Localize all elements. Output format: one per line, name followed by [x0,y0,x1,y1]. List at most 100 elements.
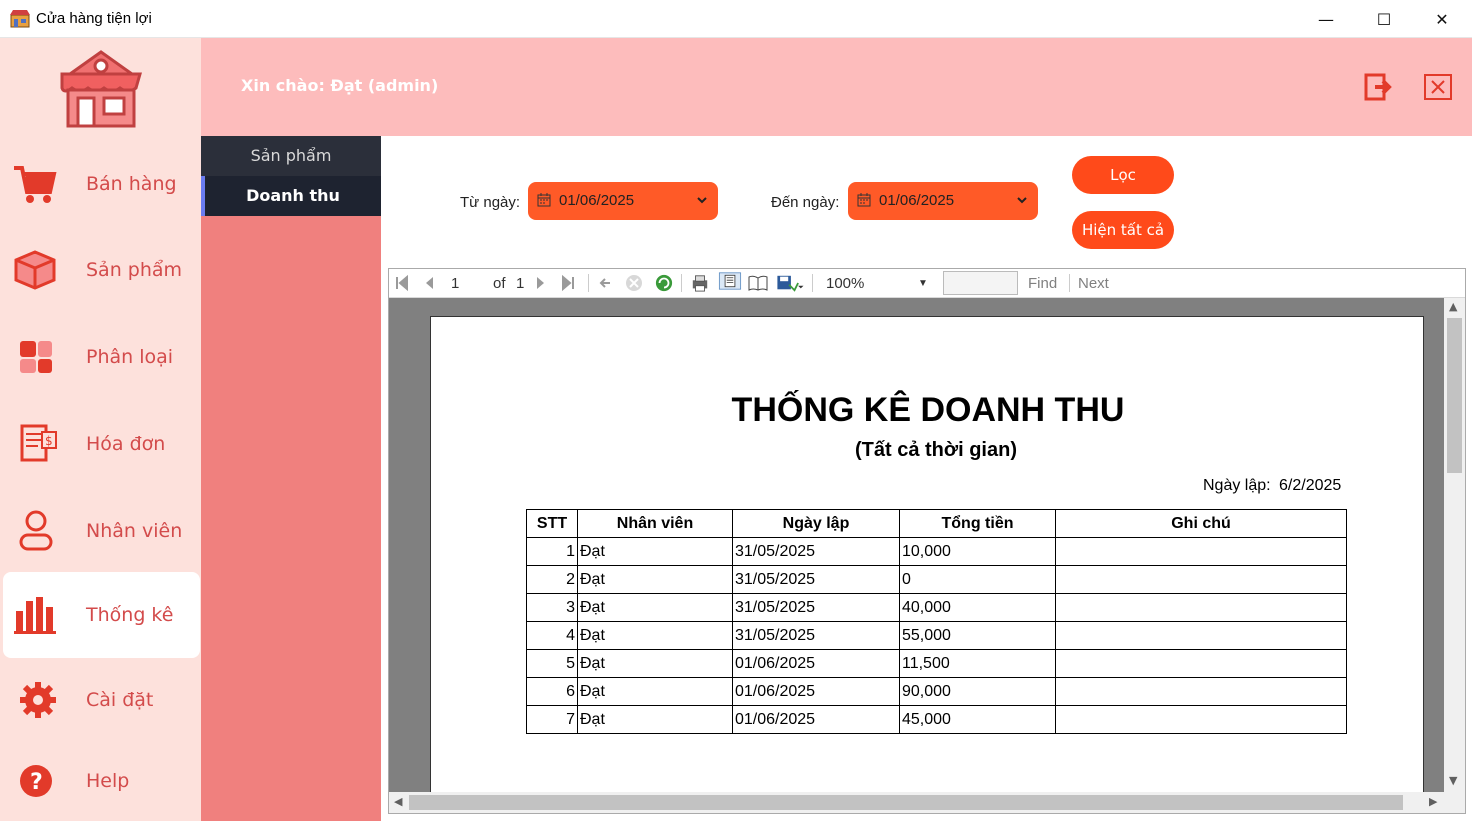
scroll-left-icon[interactable]: ◀ [394,795,402,808]
tab-doanh-thu[interactable]: Doanh thu [201,176,381,216]
note-cell [1055,677,1347,706]
filter-button[interactable]: Lọc [1072,156,1174,194]
calendar-icon [537,193,551,207]
refresh-icon[interactable] [654,274,674,292]
stt-cell: 4 [526,621,578,650]
total-cell: 90,000 [899,677,1056,706]
vertical-scroll-thumb[interactable] [1447,318,1462,473]
staff-cell: Đạt [577,537,733,566]
category-icon [20,341,52,373]
from-date-value: 01/06/2025 [559,192,635,209]
vertical-scrollbar[interactable]: ▲ ▼ [1444,298,1465,792]
close-window-button[interactable]: ✕ [1413,0,1471,38]
page-total: 1 [516,274,525,292]
stt-cell: 1 [526,537,578,566]
sidebar-item-label: Nhân viên [86,520,183,542]
chevron-down-icon [1017,197,1027,204]
date-cell: 31/05/2025 [732,593,900,622]
show-all-button[interactable]: Hiện tất cả [1072,211,1174,249]
horizontal-scrollbar[interactable]: ◀ ▶ [389,792,1444,813]
page-number-input[interactable]: 1 [451,274,459,292]
sidebar-item-cai-dat[interactable]: Cài đặt [3,657,200,743]
note-cell [1055,705,1347,734]
page-of-label: of [493,274,506,292]
stop-icon[interactable] [625,274,643,292]
report-viewer: 1 of 1 100% ▼ Find Next THỐNG KÊ DOANH T [388,268,1466,814]
invoice-icon: $ [20,424,57,462]
table-row: 1 Đạt 31/05/2025 10,000 [526,537,1347,566]
sidebar-item-thong-ke[interactable]: Thống kê [3,572,200,658]
logout-icon[interactable] [1363,72,1393,102]
greeting-text: Xin chào: Đạt (admin) [241,76,439,95]
tab-san-pham[interactable]: Sản phẩm [201,136,381,176]
find-link[interactable]: Find [1028,274,1057,292]
sidebar-item-ban-hang[interactable]: Bán hàng [3,141,200,227]
column-header: Ngày lập [732,509,900,538]
previous-page-icon[interactable] [423,274,435,292]
report-canvas: THỐNG KÊ DOANH THU (Tất cả thời gian) Ng… [389,298,1444,792]
sidebar-item-phan-loai[interactable]: Phân loại [3,314,200,400]
table-row: 5 Đạt 01/06/2025 11,500 [526,649,1347,678]
toolbar-separator [681,274,682,292]
next-page-icon[interactable] [535,274,547,292]
last-page-icon[interactable] [561,274,575,292]
sidebar-item-help[interactable]: ? Help [3,738,200,821]
to-date-picker[interactable]: 01/06/2025 [848,182,1038,220]
print-icon[interactable] [689,274,711,292]
date-cell: 01/06/2025 [732,705,900,734]
total-cell: 11,500 [899,649,1056,678]
back-icon[interactable] [598,274,612,292]
from-date-label: Từ ngày: [460,194,521,211]
note-cell [1055,649,1347,678]
print-layout-icon[interactable] [716,272,744,290]
report-subtitle: (Tất cả thời gian) [854,439,1017,461]
minimize-button[interactable]: — [1297,0,1355,38]
bar-chart-icon [14,597,56,634]
sidebar-item-nhan-vien[interactable]: Nhân viên [3,488,200,574]
page-setup-icon[interactable] [747,274,769,292]
table-row: 2 Đạt 31/05/2025 0 [526,565,1347,594]
toolbar-separator [812,274,813,292]
sidebar-item-hoa-don[interactable]: $ Hóa đơn [3,401,200,487]
sidebar-item-label: Cài đặt [86,689,154,711]
report-date: 6/2/2025 [1279,477,1342,494]
header: Xin chào: Đạt (admin) [0,38,1472,136]
staff-cell: Đạt [577,649,733,678]
report-date-label: Ngày lập: [1203,477,1271,494]
first-page-icon[interactable] [395,274,409,292]
title-bar: Cửa hàng tiện lợi — ☐ ✕ [0,0,1472,38]
close-box-icon[interactable] [1423,72,1453,102]
horizontal-scroll-thumb[interactable] [409,795,1403,810]
maximize-button[interactable]: ☐ [1355,0,1413,38]
zoom-dropdown-icon[interactable]: ▼ [918,274,928,292]
scroll-right-icon[interactable]: ▶ [1429,795,1437,808]
total-cell: 55,000 [899,621,1056,650]
find-input[interactable] [943,271,1018,295]
zoom-select[interactable]: 100% [826,274,864,292]
sidebar-item-san-pham[interactable]: Sản phẩm [3,227,200,313]
stt-cell: 3 [526,593,578,622]
report-page: THỐNG KÊ DOANH THU (Tất cả thời gian) Ng… [430,316,1424,792]
scroll-up-icon[interactable]: ▲ [1449,300,1457,313]
staff-cell: Đạt [577,677,733,706]
date-cell: 01/06/2025 [732,677,900,706]
sidebar-item-label: Thống kê [86,604,174,626]
gear-icon [20,682,56,718]
column-header: Nhân viên [577,509,733,538]
note-cell [1055,621,1347,650]
maximize-icon: ☐ [1376,9,1392,29]
to-date-value: 01/06/2025 [879,192,955,209]
export-icon[interactable] [775,274,805,292]
scroll-down-icon[interactable]: ▼ [1449,774,1457,787]
store-logo-icon [60,50,142,128]
table-row: 7 Đạt 01/06/2025 45,000 [526,705,1347,734]
from-date-picker[interactable]: 01/06/2025 [528,182,718,220]
logo [0,38,201,136]
next-link[interactable]: Next [1078,274,1109,292]
stt-cell: 2 [526,565,578,594]
svg-text:?: ? [30,770,43,795]
staff-cell: Đạt [577,593,733,622]
table-row: 4 Đạt 31/05/2025 55,000 [526,621,1347,650]
stt-cell: 7 [526,705,578,734]
revenue-table: STT Nhân viên Ngày lập Tổng tiền Ghi chú… [526,509,1347,734]
